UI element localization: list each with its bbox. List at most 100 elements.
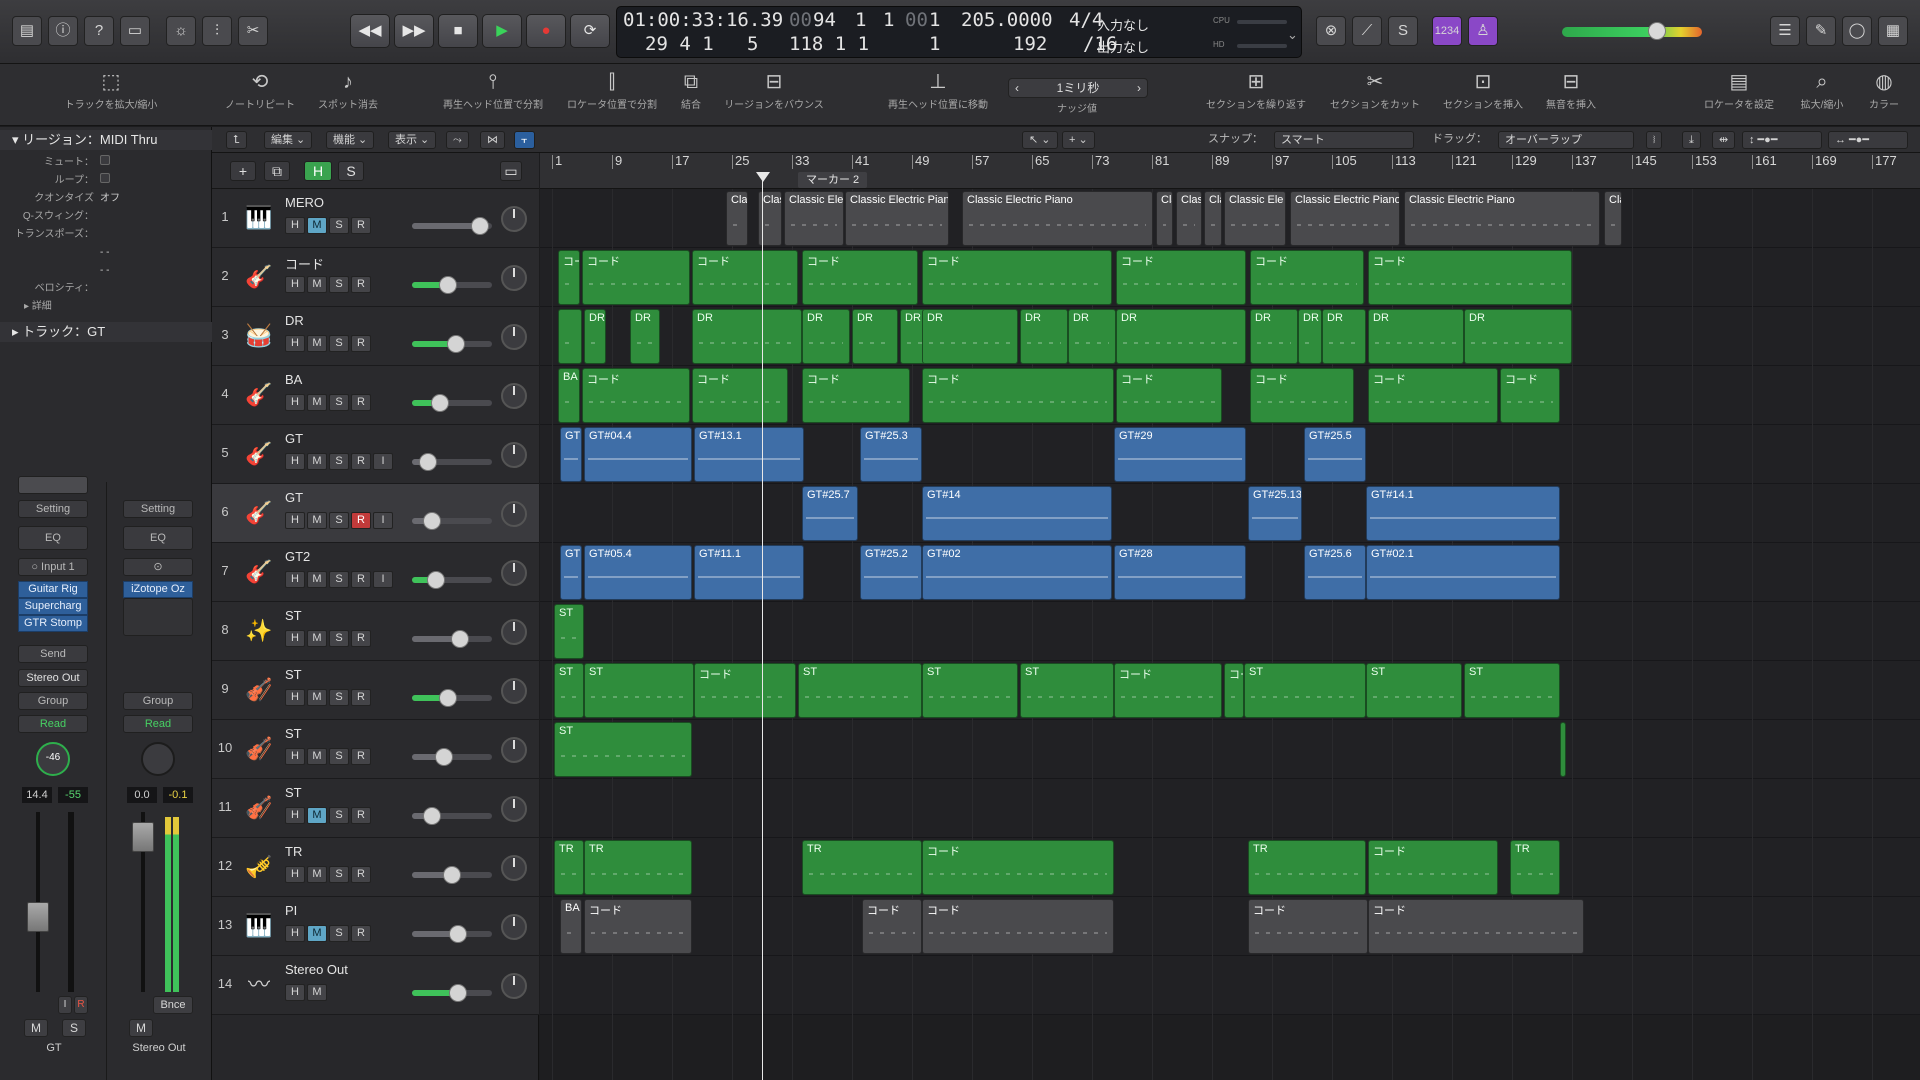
region-param-mute[interactable]: ミュート：: [0, 155, 212, 171]
instrument-icon[interactable]: 🎸: [244, 557, 274, 587]
track-volume-slider[interactable]: [412, 571, 492, 589]
volume-knob[interactable]: [435, 748, 453, 766]
region-param-velocity[interactable]: ベロシティ：: [0, 281, 212, 297]
midi-region[interactable]: DR: [1368, 309, 1464, 364]
mute-button[interactable]: M: [24, 1019, 48, 1037]
audio-region[interactable]: GT#04.4: [584, 427, 692, 482]
midi-region[interactable]: コード: [1250, 250, 1364, 305]
send-slot[interactable]: Send: [18, 645, 88, 663]
tool-bounce[interactable]: ⊟ リージョンをバウンス: [719, 68, 829, 111]
pan-knob[interactable]: [501, 501, 527, 527]
audio-region[interactable]: GT#29: [1114, 427, 1246, 482]
duplicate-track-icon[interactable]: ⧉: [264, 161, 290, 181]
low-latency-icon[interactable]: ⊗: [1316, 16, 1346, 46]
record-enable-button[interactable]: R: [351, 512, 371, 529]
snap-select[interactable]: スマート: [1274, 131, 1414, 149]
browser-icon[interactable]: ▦: [1878, 16, 1908, 46]
tuner-icon[interactable]: ⟋: [1352, 16, 1382, 46]
track-lane-10[interactable]: [540, 720, 1920, 779]
midi-region[interactable]: コード: [1368, 368, 1498, 423]
group-slot[interactable]: Group: [18, 692, 88, 710]
region-param-qswing[interactable]: Q-スウィング：: [0, 209, 212, 225]
instrument-icon[interactable]: 🎸: [244, 498, 274, 528]
horizontal-zoom-slider[interactable]: ↔ ━●━: [1828, 131, 1908, 149]
record-enable-button[interactable]: R: [351, 925, 371, 942]
midi-region[interactable]: コー: [558, 250, 580, 305]
track-header-8[interactable]: 8 ✨ ST H M S R: [212, 602, 539, 661]
cycle-button[interactable]: ⟳: [570, 14, 610, 48]
region-param-loop[interactable]: ループ：: [0, 173, 212, 189]
midi-region[interactable]: コード: [922, 840, 1114, 895]
track-header-14[interactable]: 14 〰 Stereo Out H M: [212, 956, 539, 1015]
midi-region[interactable]: DR: [1464, 309, 1572, 364]
hide-button[interactable]: H: [285, 394, 305, 411]
audio-region[interactable]: GT#25.13: [1248, 486, 1302, 541]
bar-ruler[interactable]: 1 9 17 25 33 41 49 57 65 73 81 89 97 105 113 121 129 137 1…: [540, 153, 1920, 189]
track-header-10[interactable]: 10 🎻 ST H M S R: [212, 720, 539, 779]
volume-knob[interactable]: [439, 276, 457, 294]
solo-icon[interactable]: S: [1388, 16, 1418, 46]
master-volume-slider[interactable]: [1562, 27, 1702, 37]
global-solo-button[interactable]: S: [338, 161, 364, 181]
instrument-icon[interactable]: 🎻: [244, 675, 274, 705]
instrument-icon[interactable]: 🎹: [244, 203, 274, 233]
drag-select[interactable]: オーバーラップ: [1498, 131, 1634, 149]
track-header-3[interactable]: 3 🥁 DR H M S R: [212, 307, 539, 366]
pan-knob[interactable]: [501, 324, 527, 350]
track-volume-slider[interactable]: [412, 689, 492, 707]
track-volume-slider[interactable]: [412, 748, 492, 766]
solo-button[interactable]: S: [329, 748, 349, 765]
mute-button[interactable]: M: [307, 512, 327, 529]
midi-region[interactable]: Cla: [1156, 191, 1173, 246]
volume-knob[interactable]: [447, 335, 465, 353]
audio-region[interactable]: GT#25.2: [860, 545, 922, 600]
pan-knob[interactable]: [501, 973, 527, 999]
midi-region[interactable]: コード: [922, 899, 1114, 954]
mute-button[interactable]: M: [307, 453, 327, 470]
midi-region[interactable]: コー: [1224, 663, 1244, 718]
hide-button[interactable]: H: [285, 276, 305, 293]
midi-region[interactable]: コード: [582, 250, 690, 305]
secondary-tool-icon[interactable]: + ⌄: [1062, 131, 1095, 149]
audio-region[interactable]: GT#11.1: [694, 545, 804, 600]
track-header-11[interactable]: 11 🎻 ST H M S R: [212, 779, 539, 838]
midi-region[interactable]: コード: [584, 899, 692, 954]
midi-region[interactable]: DR: [1250, 309, 1298, 364]
midi-region[interactable]: ST: [584, 663, 694, 718]
count-in-button[interactable]: 1234: [1432, 16, 1462, 46]
mute-button[interactable]: M: [307, 984, 327, 1001]
rewind-button[interactable]: ◀◀: [350, 14, 390, 48]
track-name[interactable]: BA: [285, 372, 302, 387]
track-header-12[interactable]: 12 🎺 TR H M S R: [212, 838, 539, 897]
pointer-tool-icon[interactable]: ↖ ⌄: [1022, 131, 1058, 149]
midi-region[interactable]: TR: [554, 840, 584, 895]
pan-knob[interactable]: [501, 737, 527, 763]
record-enable-button[interactable]: R: [351, 866, 371, 883]
stop-button[interactable]: ■: [438, 14, 478, 48]
instrument-icon[interactable]: 🎸: [244, 439, 274, 469]
instrument-icon[interactable]: 🎹: [244, 911, 274, 941]
plugin-slot-izotope[interactable]: iZotope Oz: [123, 581, 193, 598]
midi-region[interactable]: TR: [1510, 840, 1560, 895]
hide-button[interactable]: H: [285, 453, 305, 470]
hide-button[interactable]: H: [285, 925, 305, 942]
midi-region[interactable]: DR: [1298, 309, 1322, 364]
midi-region[interactable]: Classic Electric Piano: [1290, 191, 1400, 246]
editors-icon[interactable]: ✂: [238, 16, 268, 46]
tool-move-playhead[interactable]: ⊥ 再生ヘッド位置に移動: [883, 68, 993, 111]
mute-button[interactable]: M: [307, 925, 327, 942]
mute-button[interactable]: M: [307, 689, 327, 706]
audio-region[interactable]: GT#25.7: [802, 486, 858, 541]
track-name[interactable]: MERO: [285, 195, 324, 210]
setting-button-2[interactable]: Setting: [123, 500, 193, 518]
midi-region[interactable]: ST: [554, 722, 692, 777]
track-lane-6[interactable]: [540, 484, 1920, 543]
mute-button[interactable]: M: [307, 276, 327, 293]
pan-knob[interactable]: [501, 265, 527, 291]
track-name[interactable]: ST: [285, 608, 302, 623]
solo-button[interactable]: S: [329, 512, 349, 529]
track-volume-slider[interactable]: [412, 866, 492, 884]
midi-region[interactable]: DR: [1116, 309, 1246, 364]
audio-region[interactable]: GT#14.1: [1366, 486, 1560, 541]
midi-region[interactable]: Cla: [1204, 191, 1222, 246]
